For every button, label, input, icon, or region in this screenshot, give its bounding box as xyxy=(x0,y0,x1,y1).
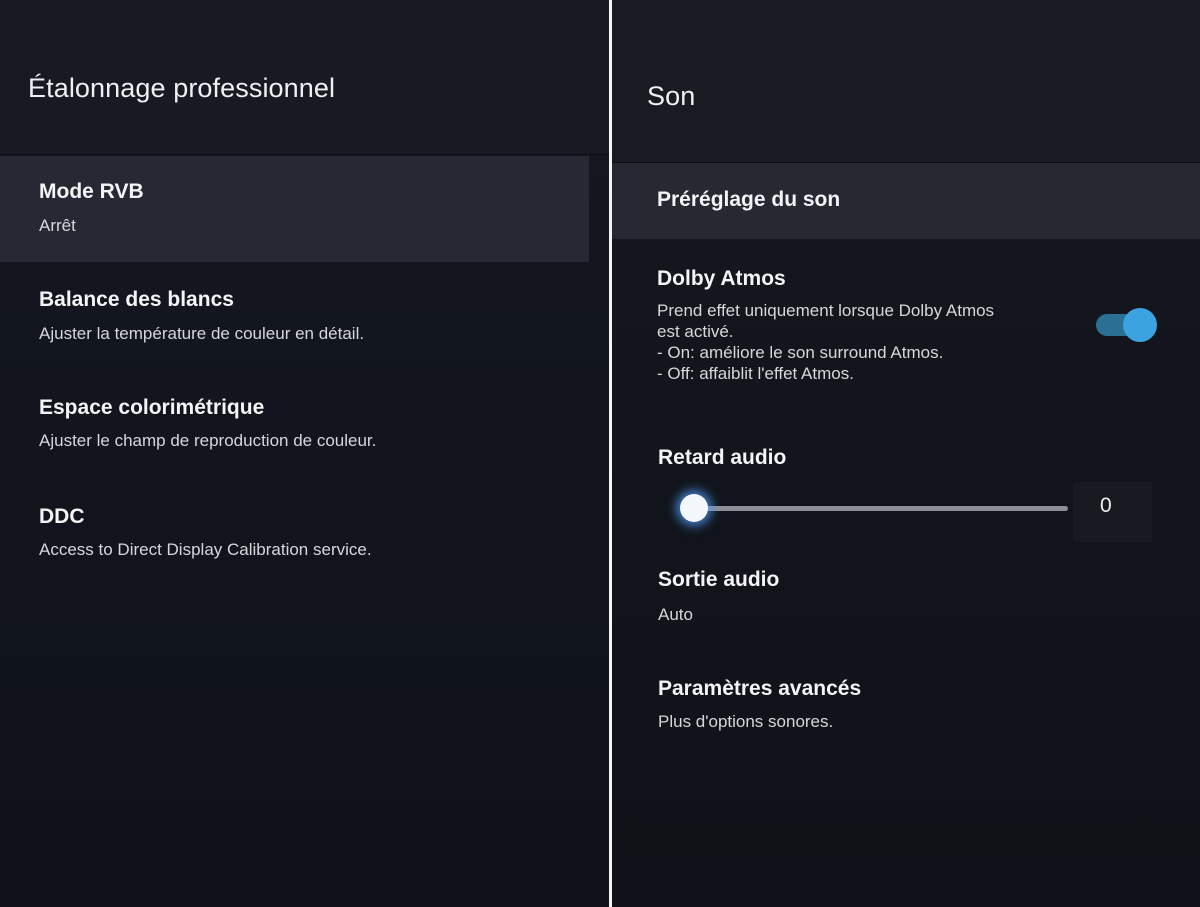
menu-item-advanced-settings[interactable]: Paramètres avancés Plus d'options sonore… xyxy=(612,670,1200,750)
menu-item-audio-delay[interactable]: Retard audio 0 xyxy=(612,432,1200,552)
menu-item-description: Ajuster le champ de reproduction de coul… xyxy=(39,431,377,450)
menu-item-value: Arrêt xyxy=(39,216,76,235)
menu-item-sound-preset[interactable]: Préréglage du son xyxy=(612,163,1200,239)
menu-item-title: Sortie audio xyxy=(658,568,780,591)
menu-item-color-space[interactable]: Espace colorimétrique Ajuster le champ d… xyxy=(0,383,609,473)
description-line: - On: améliore le son surround Atmos. xyxy=(657,343,944,362)
menu-item-ddc[interactable]: DDC Access to Direct Display Calibration… xyxy=(0,491,609,581)
audio-delay-slider-handle[interactable] xyxy=(680,494,708,522)
menu-item-description: Prend effet uniquement lorsque Dolby Atm… xyxy=(657,300,1057,384)
description-line: Prend effet uniquement lorsque Dolby Atm… xyxy=(657,301,995,320)
menu-item-mode-rvb[interactable]: Mode RVB Arrêt xyxy=(0,156,589,262)
menu-item-title: Mode RVB xyxy=(39,180,144,203)
menu-item-title: Balance des blancs xyxy=(39,288,234,311)
menu-item-title: Espace colorimétrique xyxy=(39,396,265,419)
picture-calibration-screen: Étalonnage professionnel Mode RVB Arrêt … xyxy=(0,0,609,907)
menu-item-audio-output[interactable]: Sortie audio Auto xyxy=(612,560,1200,640)
menu-item-title: Retard audio xyxy=(658,446,787,469)
audio-delay-slider-track[interactable] xyxy=(694,506,1068,511)
menu-item-description: Access to Direct Display Calibration ser… xyxy=(39,540,372,559)
menu-item-title: Dolby Atmos xyxy=(657,267,786,290)
audio-delay-value: 0 xyxy=(1100,494,1112,517)
screen-header: Étalonnage professionnel xyxy=(0,0,609,155)
dolby-atmos-toggle[interactable] xyxy=(1096,308,1157,342)
description-line: est activé. xyxy=(657,322,734,341)
menu-item-white-balance[interactable]: Balance des blancs Ajuster la températur… xyxy=(0,275,609,365)
screen-header: Son xyxy=(612,0,1200,163)
menu-item-title: DDC xyxy=(39,505,85,528)
slider-value-box xyxy=(1073,482,1152,542)
description-line: - Off: affaiblit l'effet Atmos. xyxy=(657,364,854,383)
sound-settings-screen: Son Préréglage du son Dolby Atmos Prend … xyxy=(612,0,1200,907)
menu-item-description: Plus d'options sonores. xyxy=(658,712,834,731)
menu-item-title: Paramètres avancés xyxy=(658,677,862,700)
menu-item-dolby-atmos[interactable]: Dolby Atmos Prend effet uniquement lorsq… xyxy=(612,250,1200,400)
menu-item-description: Ajuster la température de couleur en dét… xyxy=(39,324,365,343)
menu-item-title: Préréglage du son xyxy=(657,188,841,211)
menu-item-value: Auto xyxy=(658,605,693,624)
page-title: Son xyxy=(647,81,696,111)
page-title: Étalonnage professionnel xyxy=(28,73,336,103)
toggle-knob xyxy=(1123,308,1157,342)
